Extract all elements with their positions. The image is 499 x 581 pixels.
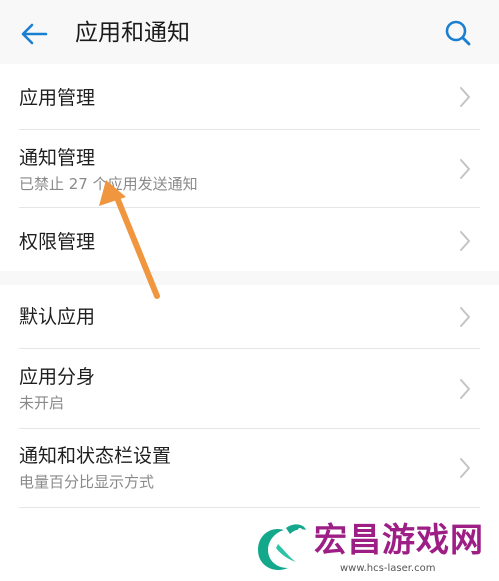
- item-title: 通知和状态栏设置: [19, 445, 172, 467]
- list-item-app-management[interactable]: 应用管理: [0, 64, 499, 129]
- item-title: 应用分身: [19, 366, 96, 388]
- chevron-right-icon: [460, 458, 470, 478]
- list-item-default-apps[interactable]: 默认应用: [0, 285, 499, 348]
- item-title: 权限管理: [19, 231, 96, 253]
- watermark: 宏昌游戏网 www.hcs-laser.com: [248, 518, 499, 581]
- chevron-right-icon: [460, 87, 470, 107]
- chevron-right-icon: [460, 231, 470, 251]
- back-button[interactable]: [14, 16, 54, 52]
- chevron-right-icon: [460, 159, 470, 179]
- divider: [19, 507, 480, 508]
- item-subtitle: 未开启: [19, 394, 65, 412]
- chevron-right-icon: [460, 307, 470, 327]
- top-app-bar: 应用和通知: [0, 0, 499, 64]
- item-title: 通知管理: [19, 147, 96, 169]
- item-subtitle: 已禁止 27 个应用发送通知: [19, 175, 198, 193]
- watermark-brand: 宏昌游戏网: [314, 520, 484, 559]
- watermark-logo: [258, 524, 306, 570]
- chevron-right-icon: [460, 379, 470, 399]
- search-button[interactable]: [438, 15, 478, 51]
- watermark-url: www.hcs-laser.com: [340, 563, 436, 574]
- settings-group-apps: 应用管理 通知管理 已禁止 27 个应用发送通知 权限管理: [0, 64, 499, 271]
- item-subtitle: 电量百分比显示方式: [19, 473, 155, 491]
- search-icon: [445, 20, 471, 46]
- list-item-app-twin[interactable]: 应用分身 未开启: [0, 349, 499, 428]
- item-title: 默认应用: [19, 306, 96, 328]
- list-item-notification-management[interactable]: 通知管理 已禁止 27 个应用发送通知: [0, 130, 499, 207]
- page-title: 应用和通知: [75, 20, 190, 46]
- settings-screen: 应用和通知 应用管理 通知管理 已禁止 27 个应用发送通知 权限管理 默认应用…: [0, 0, 499, 581]
- back-arrow-icon: [21, 23, 48, 45]
- item-title: 应用管理: [19, 87, 96, 109]
- list-item-notification-statusbar-settings[interactable]: 通知和状态栏设置 电量百分比显示方式: [0, 429, 499, 507]
- list-item-permission-management[interactable]: 权限管理: [0, 208, 499, 271]
